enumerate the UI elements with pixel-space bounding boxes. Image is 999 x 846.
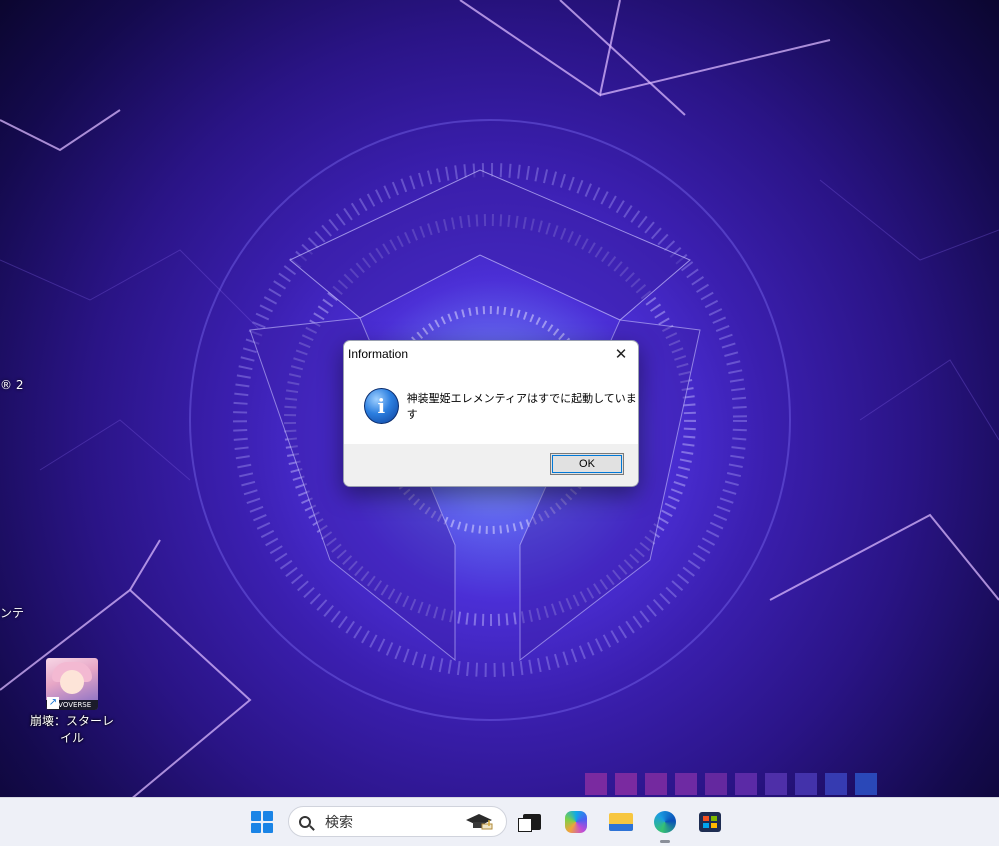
copilot-icon[interactable] <box>563 809 589 835</box>
taskbar-search-box[interactable]: 検索 <box>288 806 507 837</box>
information-dialog: Information ✕ i 神装聖姫エレメンティアはすでに起動しています O… <box>343 340 639 487</box>
tile <box>645 773 667 795</box>
tile <box>675 773 697 795</box>
graduation-cap-icon <box>466 814 493 830</box>
dialog-body: i 神装聖姫エレメンティアはすでに起動しています <box>344 367 638 444</box>
tile <box>615 773 637 795</box>
desktop-shortcut-star-rail[interactable]: OVOVERSE ↗ 崩壊：スターレイル <box>26 658 118 746</box>
dialog-titlebar[interactable]: Information ✕ <box>344 341 638 367</box>
store-icon[interactable] <box>697 809 723 835</box>
tile <box>795 773 817 795</box>
tile <box>765 773 787 795</box>
tile <box>705 773 727 795</box>
ok-button[interactable]: OK <box>550 453 624 475</box>
edge-icon[interactable] <box>652 809 678 835</box>
windows-logo-icon <box>251 811 273 833</box>
taskbar: 検索 <box>0 797 999 846</box>
tile <box>585 773 607 795</box>
task-view-icon[interactable] <box>518 809 545 835</box>
decorative-tiles <box>585 773 877 795</box>
dialog-title: Information <box>348 347 409 361</box>
start-button[interactable] <box>249 809 275 835</box>
file-explorer-icon[interactable] <box>608 809 634 835</box>
running-indicator <box>660 840 670 843</box>
shortcut-arrow-icon: ↗ <box>47 697 59 709</box>
search-icon <box>299 815 311 828</box>
dialog-message: 神装聖姫エレメンティアはすでに起動しています <box>406 391 637 421</box>
character-face <box>60 670 84 694</box>
tile <box>735 773 757 795</box>
tile <box>855 773 877 795</box>
search-placeholder: 検索 <box>325 814 353 831</box>
shortcut-label: 崩壊：スターレイル <box>29 714 114 745</box>
app-icon: OVOVERSE ↗ <box>46 658 98 710</box>
information-icon: i <box>364 387 399 424</box>
desktop-icon-label-fragment[interactable]: ンテ <box>0 604 24 621</box>
desktop-icon-label-fragment[interactable]: ® 2 <box>0 378 23 392</box>
tile <box>825 773 847 795</box>
close-icon[interactable]: ✕ <box>604 341 638 367</box>
dialog-footer: OK <box>344 444 638 486</box>
